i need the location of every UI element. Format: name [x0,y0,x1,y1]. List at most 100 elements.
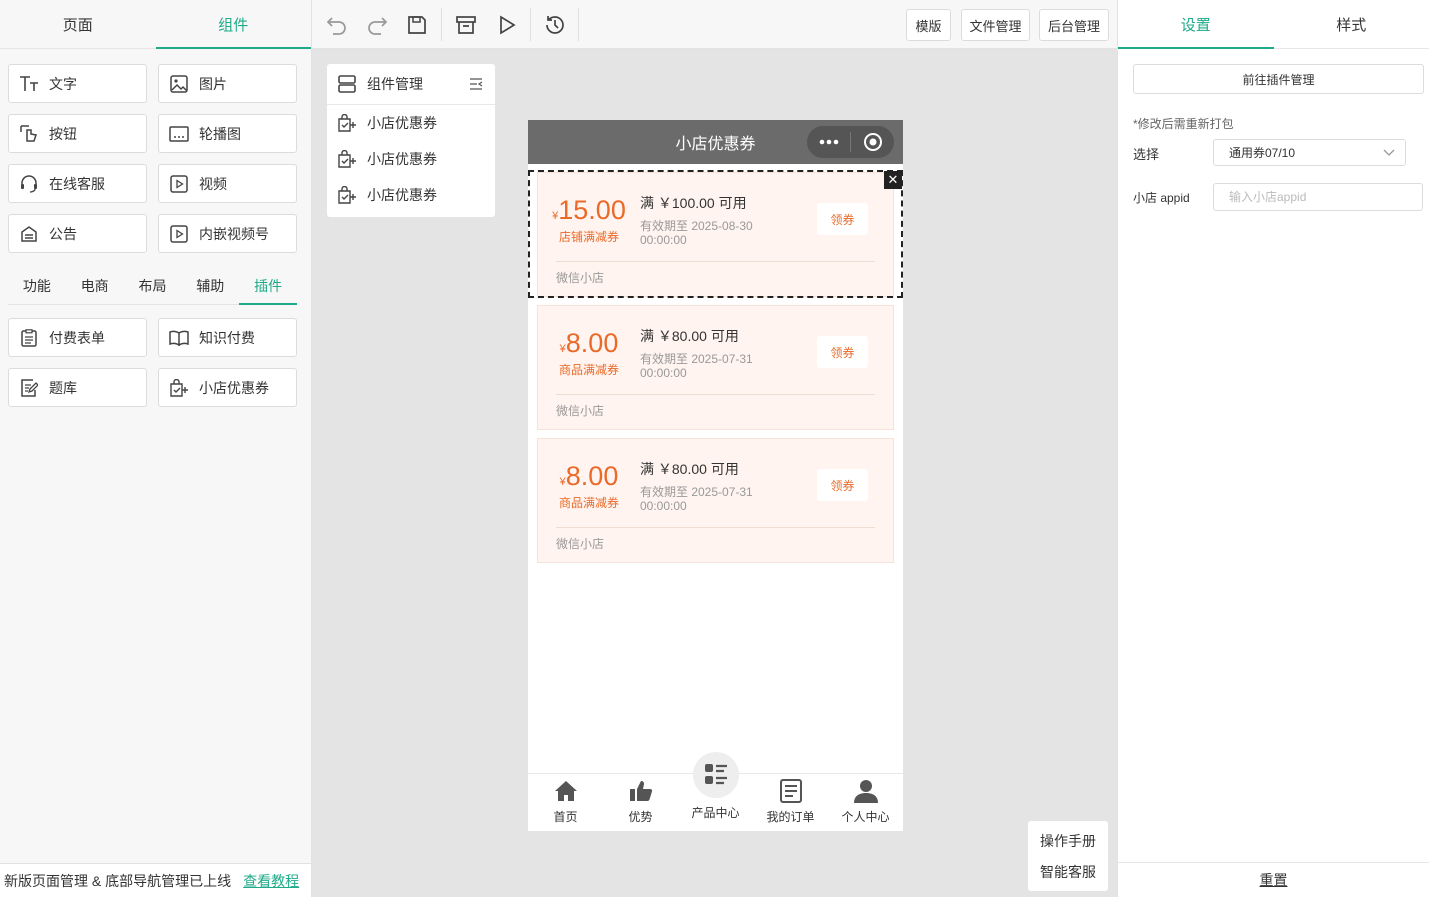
coupon-type: 商品满减券 [558,496,619,510]
tab-ecommerce[interactable]: 电商 [66,269,124,304]
tab-layout[interactable]: 布局 [124,269,182,304]
component-label: 按钮 [49,125,77,142]
coupon-bag-icon [337,114,357,132]
reset-button[interactable]: 重置 [1118,862,1429,897]
manual-link[interactable]: 操作手册 [1040,831,1096,851]
component-customer-service[interactable]: 在线客服 [8,164,147,203]
component-manager-item[interactable]: 小店优惠券 [327,105,495,141]
component-label: 题库 [49,379,77,396]
component-label: 公告 [49,225,77,242]
component-carousel[interactable]: 轮播图 [158,114,297,153]
nav-my-orders[interactable]: 我的订单 [753,774,828,831]
coupon-validity: 有效期至 2025-07-31 00:00:00 [640,485,753,513]
component-button[interactable]: 按钮 [8,114,147,153]
coupon-shop: 微信小店 [556,537,605,551]
product-list-icon [692,752,739,798]
repackage-hint: *修改后需重新打包 [1133,117,1234,131]
history-icon[interactable] [542,12,568,38]
amount-value: 8.00 [565,328,619,358]
coupon-bag-icon [337,186,357,204]
phone-title: 小店优惠券 [675,136,756,153]
tab-components[interactable]: 组件 [155,0,312,49]
component-manager-header: 组件管理 [327,64,495,105]
mini-program-capsule [807,126,894,158]
view-tutorial-link[interactable]: 查看教程 [243,871,299,891]
template-button[interactable]: 模版 [906,9,951,41]
more-dots-icon[interactable] [807,126,850,158]
component-shop-coupon[interactable]: 小店优惠券 [158,368,297,407]
component-manager-title: 组件管理 [367,76,423,92]
selected-component-outline: ✕ [528,170,903,298]
claim-coupon-button[interactable]: 领券 [817,469,868,501]
tab-style[interactable]: 样式 [1274,0,1429,48]
coupon-select[interactable]: 通用券07/10 [1213,139,1406,166]
target-close-icon[interactable] [851,126,894,158]
coupon-card[interactable]: ¥8.00 商品满减券 满 ￥80.00 可用 有效期至 2025-07-31 … [537,305,894,430]
component-question-bank[interactable]: 题库 [8,368,147,407]
file-manager-button[interactable]: 文件管理 [961,9,1030,41]
collapse-icon[interactable] [469,77,483,93]
tab-settings[interactable]: 设置 [1118,0,1274,49]
nav-label: 我的订单 [766,810,815,824]
bottom-navigation: 首页 优势 产品中心 我的订单 个人中心 [528,752,903,831]
appid-label: 小店 appid [1133,191,1190,205]
component-paid-form[interactable]: 付费表单 [8,318,147,357]
coupon-divider [556,527,875,528]
component-image[interactable]: 图片 [158,64,297,103]
admin-button[interactable]: 后台管理 [1039,9,1109,41]
component-manager-item[interactable]: 小店优惠券 [327,141,495,177]
nav-label: 优势 [628,810,653,824]
coupon-validity: 有效期至 2025-07-31 00:00:00 [640,352,753,380]
nav-product-center[interactable]: 产品中心 [678,752,753,831]
left-panel: 页面 组件 文字 图片 按钮 轮播图 在线客服 视频 公告 内嵌视频号 功能 电… [0,0,312,897]
left-top-tabs: 页面 组件 [0,0,311,49]
plugin-manage-button[interactable]: 前往插件管理 [1133,64,1424,94]
coupon-divider [556,394,875,395]
undo-icon[interactable] [324,12,350,38]
order-list-icon [779,779,803,806]
update-notice: 新版页面管理 & 底部导航管理已上线 查看教程 [0,863,311,897]
phone-preview: 小店优惠券 ¥15.00 店铺满减券 满 ￥100.00 可用 有效期至 202… [528,120,903,831]
book-icon [169,328,189,348]
home-icon [553,779,579,806]
component-text[interactable]: 文字 [8,64,147,103]
video-icon [169,174,189,194]
nav-advantages[interactable]: 优势 [603,774,678,831]
tab-plugins[interactable]: 插件 [239,269,297,305]
user-icon [853,779,879,806]
component-label: 视频 [199,175,227,192]
component-label: 文字 [49,75,77,92]
remove-component-close-icon[interactable]: ✕ [884,171,902,189]
nav-label: 个人中心 [841,810,890,824]
coupon-card[interactable]: ¥8.00 商品满减券 满 ￥80.00 可用 有效期至 2025-07-31 … [537,438,894,563]
toolbar-divider [441,8,442,41]
appid-input[interactable] [1213,183,1423,211]
redo-icon[interactable] [364,12,390,38]
nav-profile[interactable]: 个人中心 [828,774,903,831]
save-icon[interactable] [404,12,430,38]
right-tabs: 设置 样式 [1118,0,1429,49]
component-manager-item[interactable]: 小店优惠券 [327,177,495,213]
tab-function[interactable]: 功能 [8,269,66,304]
component-label: 付费表单 [49,329,105,346]
ai-service-link[interactable]: 智能客服 [1040,862,1096,882]
component-knowledge-pay[interactable]: 知识付费 [158,318,297,357]
tab-auxiliary[interactable]: 辅助 [181,269,239,304]
archive-icon[interactable] [453,12,479,38]
component-label: 知识付费 [199,329,255,346]
nav-home[interactable]: 首页 [528,774,603,831]
layers-icon [337,74,357,94]
component-label: 小店优惠券 [199,379,269,396]
coupon-shop: 微信小店 [556,404,605,418]
tab-page[interactable]: 页面 [0,0,156,48]
component-embedded-channel[interactable]: 内嵌视频号 [158,214,297,253]
coupon-type: 商品满减券 [558,363,619,377]
component-manager-item-label: 小店优惠券 [367,151,437,167]
coupon-condition: 满 ￥80.00 可用 [640,461,739,477]
tap-icon [19,124,39,144]
basic-components-grid: 文字 图片 按钮 轮播图 在线客服 视频 公告 内嵌视频号 [0,49,311,253]
component-announcement[interactable]: 公告 [8,214,147,253]
preview-play-icon[interactable] [494,12,520,38]
claim-coupon-button[interactable]: 领券 [817,336,868,368]
component-video[interactable]: 视频 [158,164,297,203]
